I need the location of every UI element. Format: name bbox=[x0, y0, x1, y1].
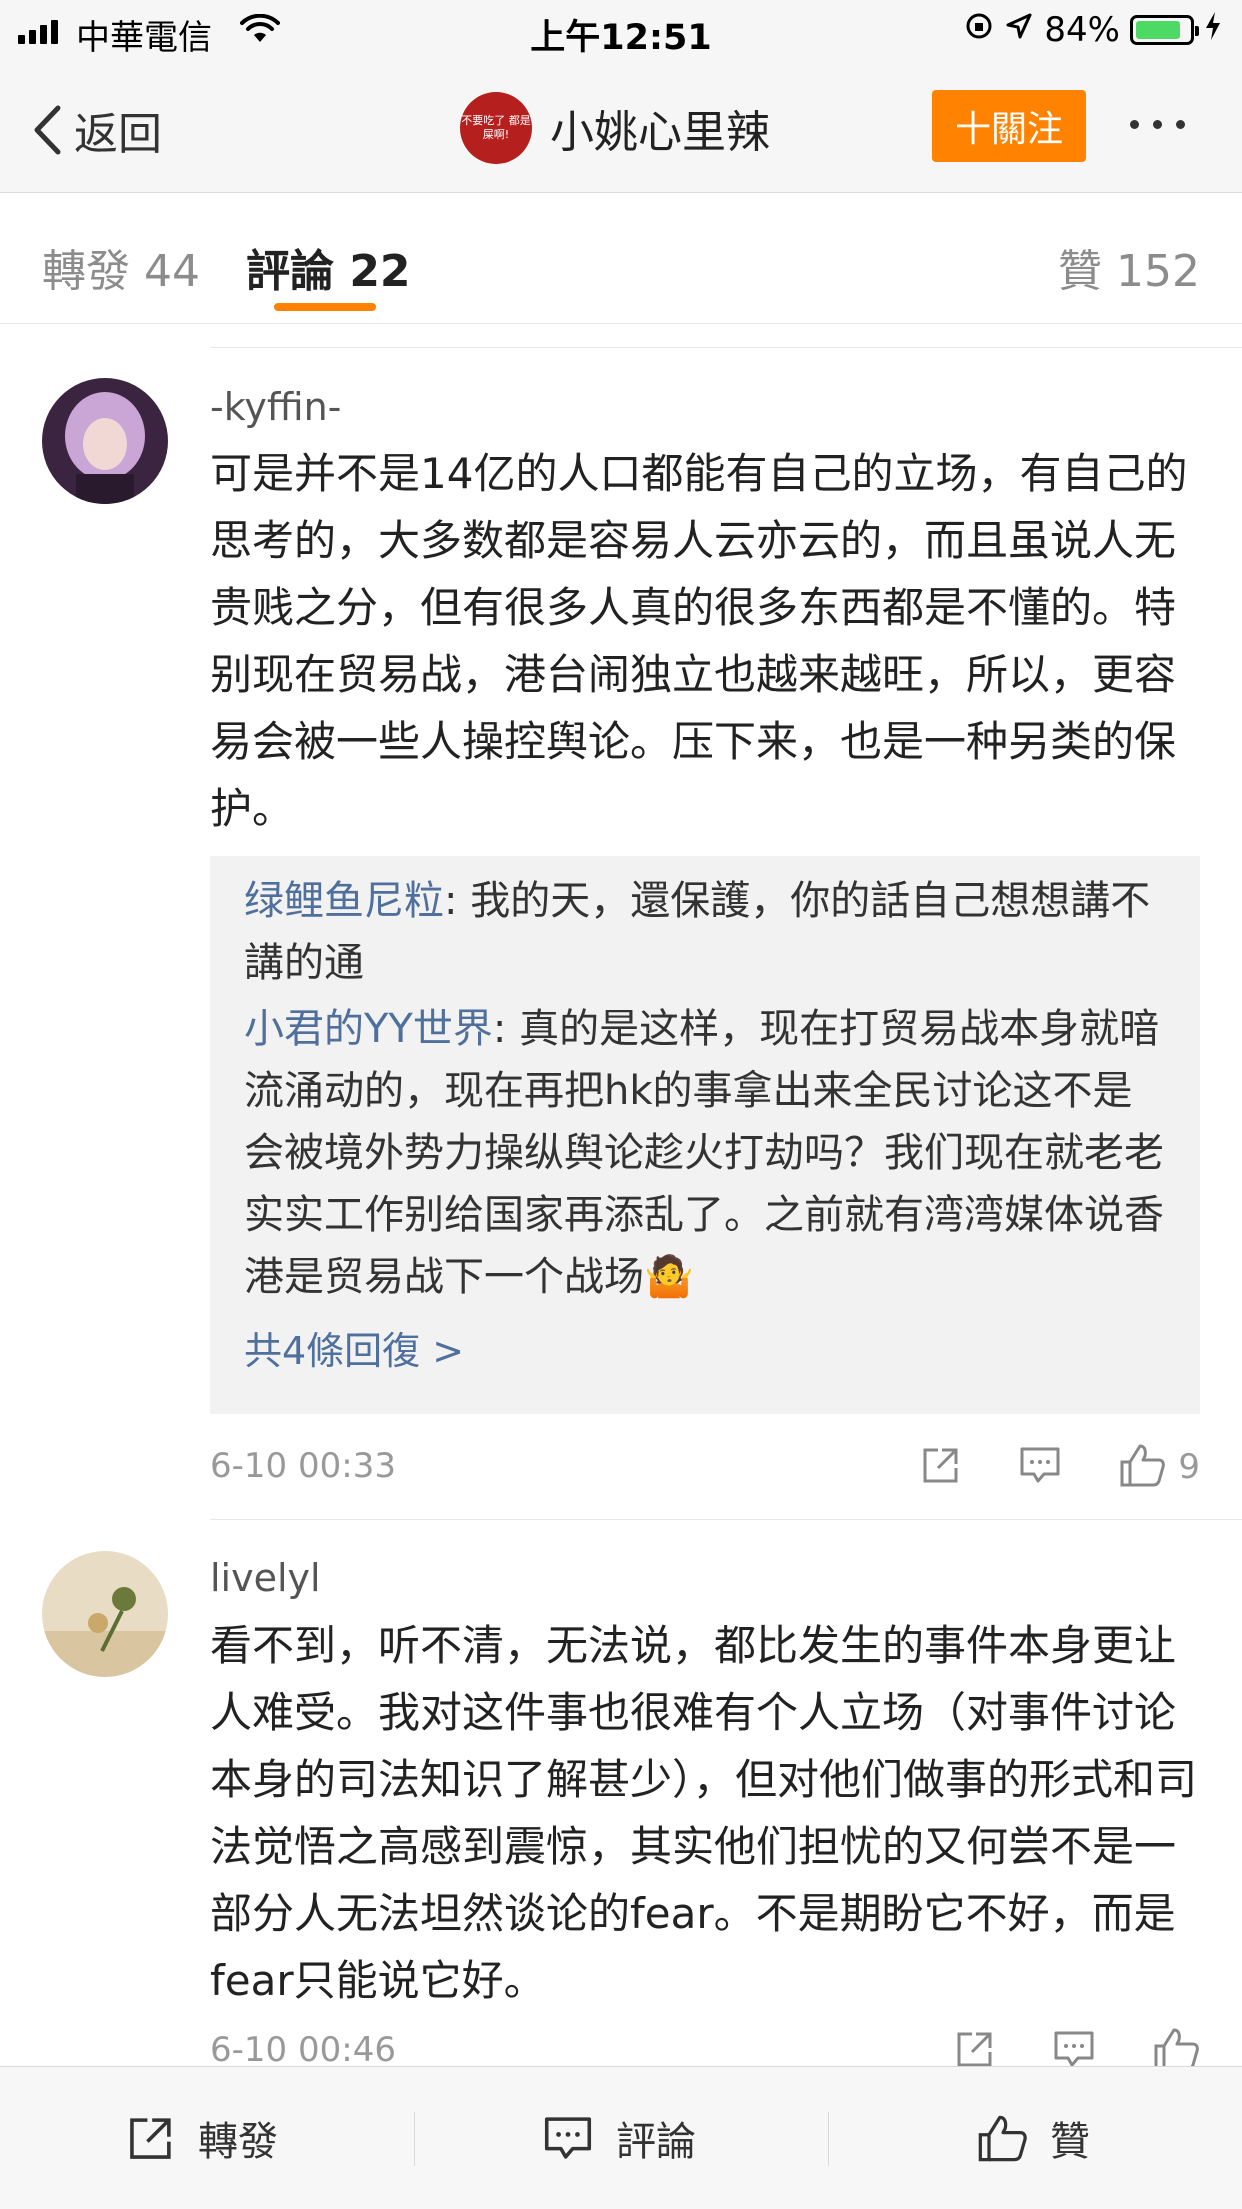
comment-actions: 9 bbox=[920, 1442, 1200, 1492]
comment-text: 看不到，听不清，无法说，都比发生的事件本身更让人难受。我对这件事也很难有个人立场… bbox=[210, 1621, 1198, 2005]
comment-icon bbox=[544, 2117, 592, 2159]
status-bar: 中華電信 上午12:51 84% bbox=[0, 0, 1242, 62]
share-icon bbox=[130, 2118, 171, 2159]
avatar[interactable] bbox=[42, 1551, 168, 1677]
tab-comments[interactable]: 評論 22 bbox=[246, 235, 411, 299]
divider bbox=[828, 2112, 829, 2166]
divider bbox=[210, 1519, 1242, 1520]
comment-username[interactable]: -kyffin- bbox=[210, 385, 341, 429]
like-label: 贊 bbox=[1050, 2119, 1090, 2165]
chevron-left-icon bbox=[34, 105, 61, 155]
more-options-icon[interactable] bbox=[1130, 120, 1185, 129]
location-icon bbox=[1004, 10, 1034, 50]
tab-repost[interactable]: 轉發 44 bbox=[42, 235, 200, 299]
divider bbox=[414, 2112, 415, 2166]
tab-likes[interactable]: 贊 152 bbox=[1058, 235, 1200, 299]
page-title[interactable]: 小姚心里辣 bbox=[550, 96, 770, 160]
charging-icon bbox=[1204, 10, 1222, 50]
tab-bar: 轉發 44 評論 22 贊 152 bbox=[0, 193, 1242, 324]
follow-button[interactable]: 十關注 bbox=[932, 90, 1086, 162]
like-button[interactable]: 贊 bbox=[976, 2067, 1090, 2209]
battery-icon bbox=[1130, 15, 1199, 45]
comment-button[interactable]: 評論 bbox=[542, 2067, 696, 2209]
more-replies-link[interactable]: 共4條回復 > bbox=[244, 1320, 1166, 1375]
active-tab-indicator bbox=[274, 303, 376, 311]
comment-icon[interactable] bbox=[1018, 1444, 1062, 1490]
battery-percent: 84% bbox=[1044, 10, 1120, 50]
reply-username[interactable]: 绿鲤鱼尼粒 bbox=[244, 878, 444, 924]
comment-username[interactable]: livelyl bbox=[210, 1556, 321, 1600]
reply-preview[interactable]: 绿鲤鱼尼粒: 我的天，還保護，你的話自己想想講不講的通 小君的YY世界: 真的是… bbox=[210, 856, 1200, 1414]
repost-label: 轉發 bbox=[198, 2119, 278, 2165]
repost-button[interactable]: 轉發 bbox=[126, 2067, 278, 2209]
divider bbox=[210, 347, 1242, 348]
reply-item: 小君的YY世界: 真的是这样，现在打贸易战本身就暗流涌动的，现在再把hk的事拿出… bbox=[244, 998, 1166, 1308]
reply-item: 绿鲤鱼尼粒: 我的天，還保護，你的話自己想想講不講的通 bbox=[244, 870, 1166, 994]
profile-header[interactable]: 不要吃了 都是屎啊! 小姚心里辣 bbox=[460, 92, 770, 164]
share-icon[interactable] bbox=[920, 1444, 962, 1490]
comment-time: 6-10 00:33 bbox=[210, 1446, 396, 1486]
comment-time: 6-10 00:46 bbox=[210, 2030, 396, 2070]
avatar[interactable] bbox=[42, 378, 168, 504]
avatar[interactable]: 不要吃了 都是屎啊! bbox=[460, 92, 532, 164]
like-count: 9 bbox=[1178, 1447, 1200, 1487]
reply-username[interactable]: 小君的YY世界 bbox=[244, 1006, 493, 1052]
back-button[interactable]: 返回 bbox=[32, 98, 162, 162]
like-icon bbox=[978, 2115, 1027, 2162]
back-label: 返回 bbox=[74, 109, 162, 160]
comment-text: 可是并不是14亿的人口都能有自己的立场，有自己的思考的，大多数都是容易人云亦云的… bbox=[210, 449, 1188, 833]
nav-bar: 返回 不要吃了 都是屎啊! 小姚心里辣 十關注 bbox=[0, 62, 1242, 193]
orientation-lock-icon bbox=[964, 10, 994, 50]
like-icon[interactable] bbox=[1118, 1442, 1166, 1492]
comment-label: 評論 bbox=[616, 2119, 696, 2165]
bottom-action-bar: 轉發 評論 贊 bbox=[0, 2066, 1242, 2209]
